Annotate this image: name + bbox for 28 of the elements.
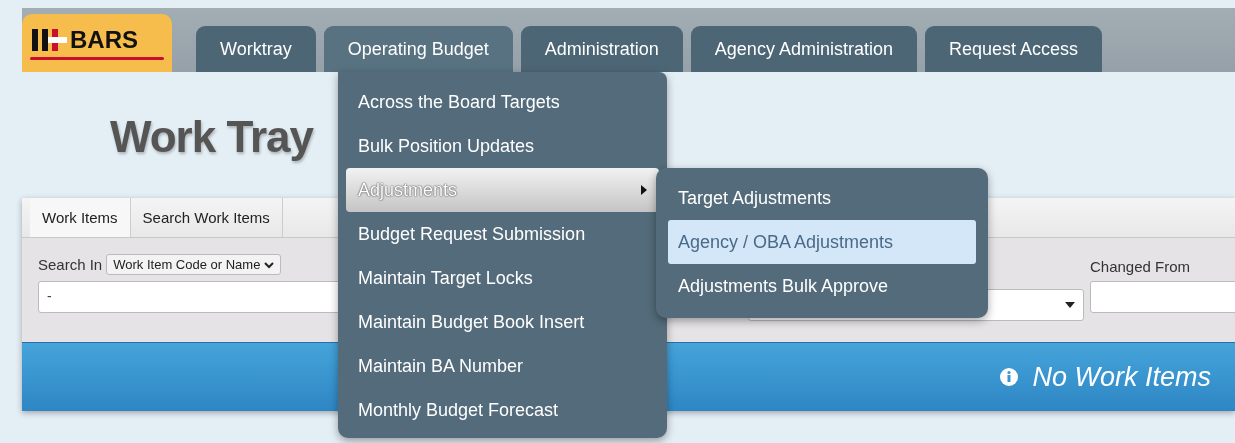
menu-item[interactable]: Bulk Position Updates <box>346 124 659 168</box>
menu-item[interactable]: Budget Request Submission <box>346 212 659 256</box>
panel-tab[interactable]: Work Items <box>30 198 131 237</box>
submenu-item[interactable]: Target Adjustments <box>668 176 976 220</box>
nav-tab[interactable]: Operating Budget <box>323 26 513 72</box>
menu-item[interactable]: Across the Board Targets <box>346 80 659 124</box>
logo-text: BARS <box>70 26 138 54</box>
page-title: Work Tray <box>110 112 313 162</box>
menu-item[interactable]: Maintain BA Number <box>346 344 659 388</box>
menu-item[interactable]: Adjustments <box>346 168 659 212</box>
nav-tab[interactable]: Administration <box>520 26 683 72</box>
search-in-label: Search In <box>38 256 103 273</box>
submenu-item[interactable]: Agency / OBA Adjustments <box>668 220 976 264</box>
chevron-icon <box>264 262 275 269</box>
flag-icon <box>30 27 68 53</box>
changed-from-label: Changed From <box>1090 258 1192 275</box>
caret-icon <box>1065 302 1075 308</box>
nav-tab[interactable]: Worktray <box>196 26 316 72</box>
menu-item[interactable]: Monthly Budget Forecast <box>346 388 659 432</box>
panel-tab[interactable]: Search Work Items <box>130 198 283 237</box>
nav-tab[interactable]: Request Access <box>924 26 1102 72</box>
changed-from-field[interactable] <box>1090 281 1235 313</box>
search-in-select[interactable]: Work Item Code or Name <box>106 254 282 275</box>
nav-tab[interactable]: Agency Administration <box>690 26 917 72</box>
submenu-item[interactable]: Adjustments Bulk Approve <box>668 264 976 308</box>
info-icon <box>1000 368 1019 386</box>
bars-logo[interactable]: BARS <box>22 14 172 72</box>
message-text: No Work Items <box>1032 361 1211 393</box>
